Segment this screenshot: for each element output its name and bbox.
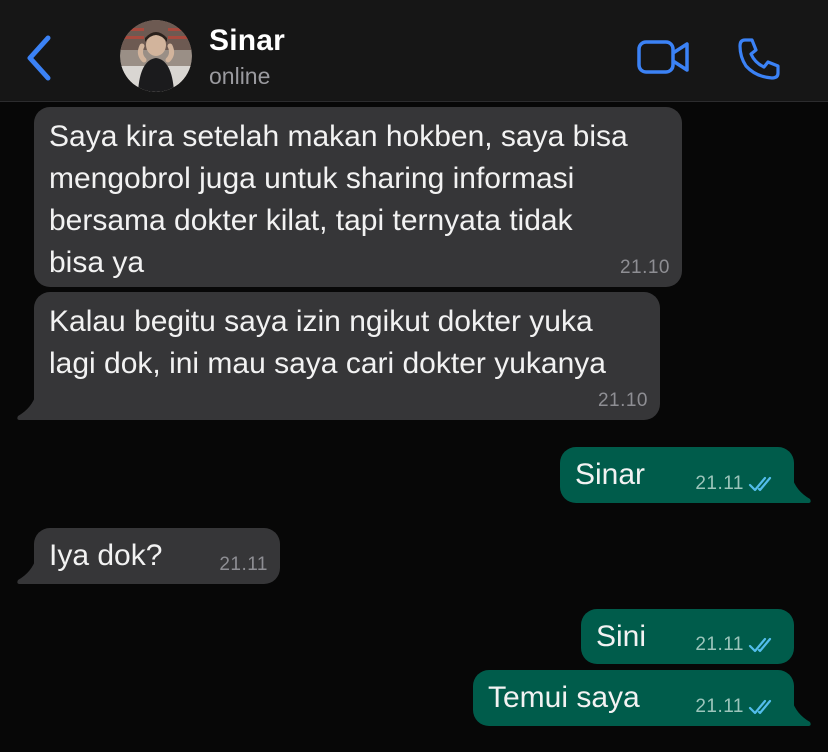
bubble-tail — [786, 477, 811, 503]
message-meta: 21.11 — [695, 473, 776, 495]
double-check-icon — [748, 699, 772, 715]
double-check-icon — [748, 476, 772, 492]
incoming-message[interactable]: Iya dok? 21.11 — [34, 528, 280, 584]
contact-name[interactable]: Sinar — [209, 24, 285, 58]
outgoing-message[interactable]: Temui saya 21.11 — [473, 670, 794, 726]
phone-icon — [738, 38, 780, 80]
contact-status: online — [209, 63, 271, 89]
message-time: 21.11 — [695, 696, 744, 717]
chat-header: Sinar online — [0, 0, 828, 102]
message-meta: 21.11 — [219, 554, 268, 576]
voice-call-button[interactable] — [736, 36, 782, 82]
message-time: 21.11 — [219, 554, 268, 575]
bubble-tail — [17, 558, 42, 584]
bubble-tail — [17, 394, 42, 420]
outgoing-message[interactable]: Sini 21.11 — [581, 609, 794, 664]
message-meta: 21.10 — [620, 257, 670, 279]
chevron-left-icon — [27, 35, 51, 81]
video-call-button[interactable] — [636, 36, 692, 78]
avatar[interactable] — [120, 20, 192, 92]
message-time: 21.10 — [619, 257, 670, 278]
message-time: 21.10 — [597, 390, 648, 411]
message-time: 21.11 — [695, 634, 744, 655]
back-button[interactable] — [22, 34, 56, 82]
message-text: Saya kira setelah makan hokben, saya bis… — [49, 120, 628, 279]
bubble-tail — [786, 700, 811, 726]
video-camera-icon — [637, 40, 689, 74]
incoming-message[interactable]: Kalau begitu saya izin ngikut dokter yuk… — [34, 292, 660, 420]
message-time: 21.11 — [695, 473, 744, 494]
chat-screen: Sinar online Saya kira setelah makan hok… — [0, 0, 828, 752]
message-meta: 21.11 — [695, 696, 776, 718]
message-meta: 21.11 — [695, 634, 776, 656]
outgoing-message[interactable]: Sinar 21.11 — [560, 447, 794, 503]
double-check-icon — [748, 637, 772, 653]
incoming-message[interactable]: Saya kira setelah makan hokben, saya bis… — [34, 107, 682, 287]
message-meta: 21.10 — [598, 390, 648, 412]
avatar-photo — [120, 20, 192, 92]
message-text: Kalau begitu saya izin ngikut dokter yuk… — [49, 305, 606, 380]
